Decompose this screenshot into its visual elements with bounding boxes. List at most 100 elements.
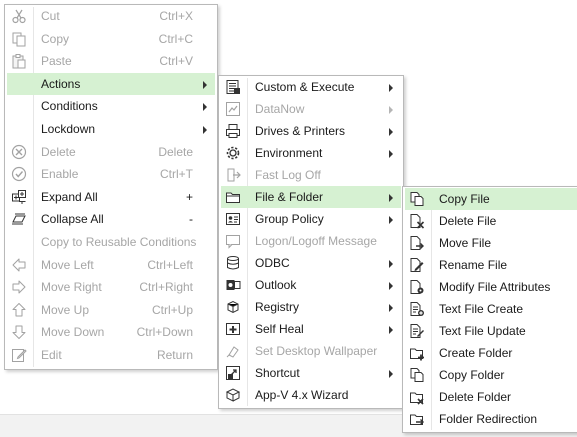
menu-item-outlook[interactable]: Outlook — [221, 274, 401, 296]
menu-item-enable[interactable]: Enable Ctrl+T — [7, 163, 215, 185]
menu-item-collapse-all[interactable]: Collapse All - — [7, 208, 215, 230]
menu-item-label: Copy Folder — [439, 368, 505, 382]
menu-item-label: Group Policy — [255, 212, 324, 226]
paste-icon — [11, 53, 27, 69]
menu-item-label: Move Left — [41, 257, 94, 272]
menu-item-delete-file[interactable]: Delete File — [405, 210, 577, 232]
menu-item-copy-file[interactable]: Copy File — [405, 188, 577, 210]
menu-item-app-v-4-x-wizard[interactable]: App-V 4.x Wizard — [221, 384, 401, 406]
menu-item-label: Collapse All — [41, 212, 104, 227]
menu-item-move-up[interactable]: Move Up Ctrl+Up — [7, 299, 215, 321]
submenu-arrow-icon — [389, 370, 393, 378]
menu-item-delete-folder[interactable]: Delete Folder — [405, 386, 577, 408]
menu-item-label: Modify File Attributes — [439, 280, 551, 294]
text-file-update-icon — [409, 323, 425, 339]
menu-item-label: Registry — [255, 300, 300, 314]
menu-item-label: Actions — [41, 76, 81, 91]
menu-item-shortcut: Return — [156, 348, 193, 362]
menu-item-shortcut: Ctrl+Down — [136, 325, 193, 340]
menu-item-shortcut[interactable]: Shortcut — [221, 362, 401, 384]
menu-item-modify-file-attributes[interactable]: Modify File Attributes — [405, 276, 577, 298]
menu-item-label: Cut — [41, 9, 60, 23]
menu-item-label: Delete Folder — [439, 390, 512, 404]
file-folder-submenu: Copy File Delete File Move File Rename File… — [402, 186, 577, 433]
menu-item-conditions[interactable]: Conditions — [7, 95, 215, 117]
registry-icon — [225, 299, 241, 315]
menu-item-environment[interactable]: Environment — [221, 142, 401, 164]
menu-item-rename-file[interactable]: Rename File — [405, 254, 577, 276]
wallpaper-icon — [225, 343, 241, 359]
menu-item-text-file-create[interactable]: Text File Create — [405, 298, 577, 320]
menu-item-label: Self Heal — [255, 322, 304, 336]
menu-item-set-desktop-wallpaper[interactable]: Set Desktop Wallpaper — [221, 340, 401, 362]
script-icon — [225, 79, 241, 95]
menu-item-move-file[interactable]: Move File — [405, 232, 577, 254]
menu-item-label: Shortcut — [255, 366, 300, 380]
menu-item-copy-to-reusable-conditions[interactable]: Copy to Reusable Conditions — [7, 231, 215, 253]
menu-item-label: Lockdown — [41, 122, 96, 136]
menu-item-shortcut: Ctrl+Up — [151, 302, 193, 317]
menu-item-label: Delete — [41, 144, 76, 159]
enable-icon — [11, 166, 27, 182]
menu-item-label: Outlook — [255, 278, 297, 292]
arrow-down-icon — [11, 324, 27, 340]
menu-item-expand-all[interactable]: Expand All + — [7, 186, 215, 208]
menu-item-folder-redirection[interactable]: Folder Redirection — [405, 408, 577, 430]
arrow-right-icon — [11, 279, 27, 295]
move-file-icon — [409, 235, 425, 251]
menu-item-group-policy[interactable]: Group Policy — [221, 208, 401, 230]
menu-item-label: Fast Log Off — [255, 168, 321, 182]
arrow-up-icon — [11, 302, 27, 318]
menu-item-create-folder[interactable]: Create Folder — [405, 342, 577, 364]
menu-item-self-heal[interactable]: Self Heal — [221, 318, 401, 340]
context-menu: Cut Ctrl+X Copy Ctrl+C Paste Ctrl+V Actions Con… — [4, 4, 218, 370]
menu-item-label: Paste — [41, 54, 72, 69]
menu-item-label: DataNow — [255, 102, 305, 116]
submenu-arrow-icon — [389, 106, 393, 114]
menu-item-odbc[interactable]: ODBC — [221, 252, 401, 274]
menu-item-move-left[interactable]: Move Left Ctrl+Left — [7, 254, 215, 276]
menu-item-edit[interactable]: Edit Return — [7, 344, 215, 366]
create-folder-icon — [409, 345, 425, 361]
menu-item-label: Text File Update — [439, 324, 526, 338]
delete-folder-icon — [409, 389, 425, 405]
menu-item-label: Move Up — [41, 302, 90, 317]
menu-item-label: Expand All — [41, 189, 98, 204]
submenu-arrow-icon — [389, 216, 393, 224]
menu-item-actions[interactable]: Actions — [7, 72, 215, 95]
menu-item-label: Set Desktop Wallpaper — [255, 344, 378, 358]
menu-item-label: Create Folder — [439, 346, 513, 360]
menu-item-registry[interactable]: Registry — [221, 296, 401, 318]
menu-item-file-and-folder[interactable]: File & Folder — [221, 186, 401, 208]
printer-icon — [225, 123, 241, 139]
menu-item-fast-log-off[interactable]: Fast Log Off — [221, 164, 401, 186]
menu-item-shortcut: Ctrl+C — [158, 31, 193, 46]
fast-logoff-icon — [225, 167, 241, 183]
menu-item-label: Copy to Reusable Conditions — [41, 235, 197, 249]
menu-item-copy[interactable]: Copy Ctrl+C — [7, 28, 215, 50]
menu-item-cut[interactable]: Cut Ctrl+X — [7, 5, 215, 27]
menu-item-text-file-update[interactable]: Text File Update — [405, 320, 577, 342]
menu-item-custom-and-execute[interactable]: Custom & Execute — [221, 76, 401, 98]
menu-item-move-right[interactable]: Move Right Ctrl+Right — [7, 276, 215, 298]
scissors-icon — [11, 8, 27, 24]
menu-item-delete[interactable]: Delete Delete — [7, 141, 215, 163]
outlook-icon — [225, 277, 241, 293]
message-icon — [225, 233, 241, 249]
menu-item-label: Move Right — [41, 280, 102, 295]
menu-item-paste[interactable]: Paste Ctrl+V — [7, 50, 215, 72]
actions-submenu: Custom & Execute DataNow Drives & Printers… — [218, 75, 404, 409]
menu-item-label: Custom & Execute — [255, 80, 355, 94]
menu-item-datanow[interactable]: DataNow — [221, 98, 401, 120]
expand-all-icon — [11, 189, 27, 205]
menu-item-copy-folder[interactable]: Copy Folder — [405, 364, 577, 386]
menu-item-lockdown[interactable]: Lockdown — [7, 118, 215, 140]
menu-item-shortcut: Delete — [158, 144, 193, 159]
collapse-all-icon — [11, 211, 27, 227]
menu-item-move-down[interactable]: Move Down Ctrl+Down — [7, 321, 215, 343]
menu-item-logon-logoff-message[interactable]: Logon/Logoff Message — [221, 230, 401, 252]
menu-item-drives-and-printers[interactable]: Drives & Printers — [221, 120, 401, 142]
menu-item-label: Edit — [41, 348, 62, 362]
menu-item-shortcut: Ctrl+V — [159, 54, 193, 69]
menu-item-label: Rename File — [439, 258, 508, 272]
